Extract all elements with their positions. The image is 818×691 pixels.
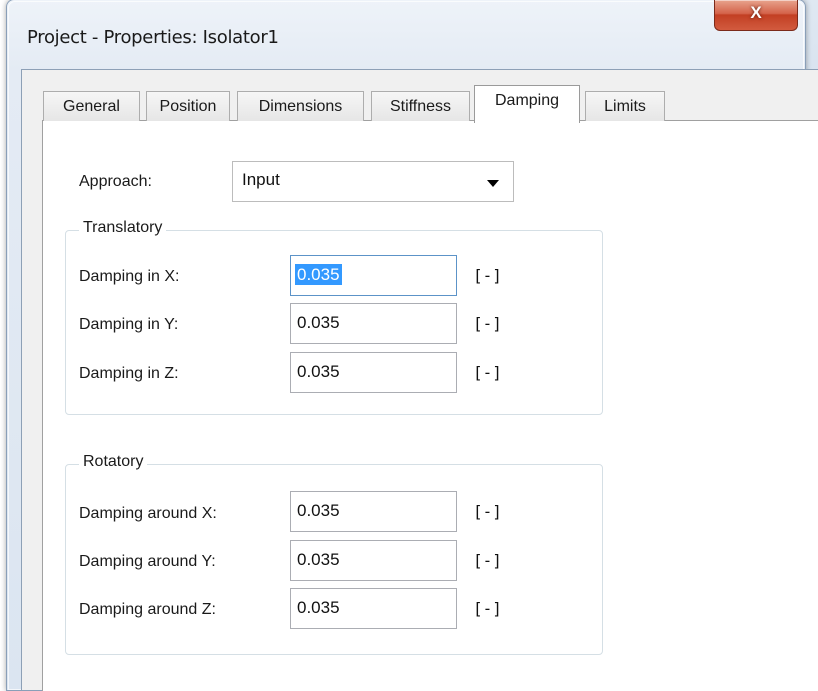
damping-around-y-value: 0.035 (297, 550, 340, 569)
translatory-group-title: Translatory (79, 219, 167, 237)
window-title: Project - Properties: Isolator1 (27, 27, 279, 48)
tab-limits[interactable]: Limits (585, 91, 665, 121)
damping-around-x-value: 0.035 (297, 501, 340, 520)
tab-stiffness[interactable]: Stiffness (371, 91, 470, 121)
damping-around-x-unit: [-] (473, 502, 502, 521)
damping-y-unit: [-] (473, 314, 502, 333)
damping-around-x-label: Damping around X: (79, 505, 217, 522)
tab-damping[interactable]: Damping (474, 85, 580, 123)
tab-general[interactable]: General (43, 91, 140, 121)
approach-value: Input (242, 170, 280, 189)
damping-z-input[interactable]: 0.035 (290, 352, 457, 393)
damping-y-value: 0.035 (297, 313, 340, 332)
damping-around-z-input[interactable]: 0.035 (290, 588, 457, 629)
approach-label: Approach: (79, 173, 152, 190)
damping-around-x-input[interactable]: 0.035 (290, 491, 457, 532)
damping-around-y-input[interactable]: 0.035 (290, 540, 457, 581)
damping-x-value: 0.035 (295, 264, 342, 285)
damping-z-unit: [-] (473, 363, 502, 382)
damping-around-y-unit: [-] (473, 551, 502, 570)
damping-x-input[interactable]: 0.035 (290, 255, 457, 296)
damping-z-value: 0.035 (297, 362, 340, 381)
close-button[interactable]: X (714, 0, 798, 31)
rotatory-group-title: Rotatory (79, 453, 148, 471)
damping-y-input[interactable]: 0.035 (290, 303, 457, 344)
approach-dropdown[interactable]: Input (232, 161, 514, 202)
damping-around-z-unit: [-] (473, 599, 502, 618)
damping-x-unit: [-] (473, 266, 502, 285)
chevron-down-icon[interactable] (487, 180, 499, 187)
damping-around-y-label: Damping around Y: (79, 553, 216, 570)
damping-z-label: Damping in Z: (79, 365, 179, 382)
damping-around-z-label: Damping around Z: (79, 601, 216, 618)
tab-position[interactable]: Position (146, 91, 230, 121)
tab-dimensions[interactable]: Dimensions (237, 91, 364, 121)
damping-around-z-value: 0.035 (297, 598, 340, 617)
damping-y-label: Damping in Y: (79, 316, 179, 333)
damping-x-label: Damping in X: (79, 268, 180, 285)
